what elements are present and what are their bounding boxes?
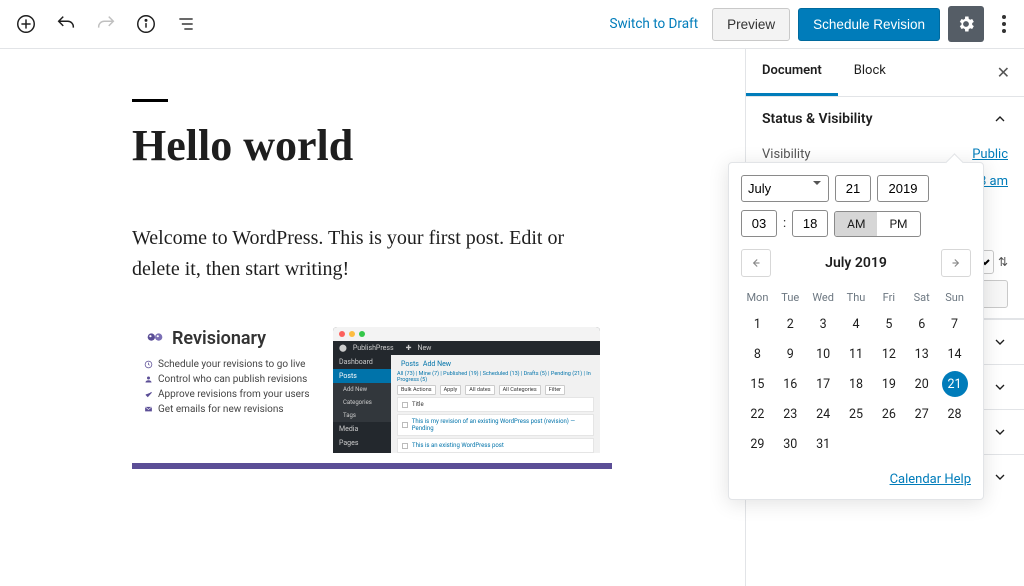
calendar-day[interactable]: 18 xyxy=(843,371,869,397)
calendar-day[interactable]: 11 xyxy=(843,341,869,367)
calendar-day[interactable]: 7 xyxy=(942,311,968,337)
calendar-day[interactable]: 16 xyxy=(777,371,803,397)
month-select[interactable]: July xyxy=(741,175,829,202)
datetime-popover: July : AM PM July 2019 MonTueWedThuFriSa… xyxy=(728,162,984,500)
hour-input[interactable] xyxy=(741,210,777,237)
calendar-day[interactable]: 30 xyxy=(777,431,803,457)
calendar-dow: Wed xyxy=(807,287,840,308)
close-sidebar-button[interactable]: ✕ xyxy=(989,49,1018,96)
prev-month-button[interactable] xyxy=(741,249,771,277)
chevron-down-icon xyxy=(992,469,1008,485)
calendar-dow: Mon xyxy=(741,287,774,308)
post-title[interactable]: Hello world xyxy=(132,120,613,171)
calendar-help-link[interactable]: Calendar Help xyxy=(890,472,971,487)
preview-button[interactable]: Preview xyxy=(712,8,790,41)
calendar-day[interactable]: 27 xyxy=(909,401,935,427)
calendar-day[interactable]: 19 xyxy=(876,371,902,397)
calendar-day[interactable]: 13 xyxy=(909,341,935,367)
calendar-day[interactable]: 23 xyxy=(777,401,803,427)
calendar-title: July 2019 xyxy=(825,255,887,271)
editor-canvas[interactable]: Hello world Welcome to WordPress. This i… xyxy=(0,49,745,586)
promo-banner: Revisionary Schedule your revisions to g… xyxy=(132,317,612,469)
calendar-day[interactable]: 20 xyxy=(909,371,935,397)
calendar-day[interactable]: 25 xyxy=(843,401,869,427)
calendar-day[interactable]: 9 xyxy=(777,341,803,367)
tab-document[interactable]: Document xyxy=(746,49,838,96)
calendar-dow: Tue xyxy=(774,287,807,308)
calendar-day[interactable]: 15 xyxy=(744,371,770,397)
calendar-day[interactable]: 12 xyxy=(876,341,902,367)
visibility-value-link[interactable]: Public xyxy=(972,147,1008,162)
title-separator xyxy=(132,99,168,102)
calendar-dow: Fri xyxy=(872,287,905,308)
calendar-day[interactable]: 17 xyxy=(810,371,836,397)
select-stepper-icon: ⇅ xyxy=(998,255,1008,269)
post-body[interactable]: Welcome to WordPress. This is your first… xyxy=(132,223,613,285)
calendar-day[interactable]: 5 xyxy=(876,311,902,337)
year-input[interactable] xyxy=(877,175,929,202)
calendar-day[interactable]: 29 xyxy=(744,431,770,457)
promo-screenshot: ⬤PublishPress✚New Dashboard Posts Add Ne… xyxy=(333,327,600,453)
chevron-up-icon xyxy=(992,111,1008,127)
more-menu-button[interactable] xyxy=(992,6,1016,42)
redo-button[interactable] xyxy=(88,6,124,42)
undo-button[interactable] xyxy=(48,6,84,42)
chevron-down-icon xyxy=(992,424,1008,440)
calendar-dow: Thu xyxy=(840,287,873,308)
settings-button[interactable] xyxy=(948,6,984,42)
chevron-down-icon xyxy=(992,379,1008,395)
calendar-day[interactable]: 8 xyxy=(744,341,770,367)
tab-block[interactable]: Block xyxy=(838,49,902,96)
calendar-day[interactable]: 6 xyxy=(909,311,935,337)
day-input[interactable] xyxy=(835,175,871,202)
info-icon[interactable] xyxy=(128,6,164,42)
calendar-day[interactable]: 14 xyxy=(942,341,968,367)
pm-button[interactable]: PM xyxy=(877,212,919,236)
promo-logo: Revisionary xyxy=(144,327,319,349)
next-month-button[interactable] xyxy=(941,249,971,277)
calendar-dow: Sat xyxy=(905,287,938,308)
calendar-day[interactable]: 21 xyxy=(942,371,968,397)
outline-icon[interactable] xyxy=(168,6,204,42)
calendar-day[interactable]: 4 xyxy=(843,311,869,337)
switch-to-draft-link[interactable]: Switch to Draft xyxy=(609,16,698,32)
calendar-day[interactable]: 31 xyxy=(810,431,836,457)
schedule-revision-button[interactable]: Schedule Revision xyxy=(798,8,940,41)
visibility-label: Visibility xyxy=(762,147,811,162)
calendar-grid: MonTueWedThuFriSatSun1234567891011121314… xyxy=(741,287,971,458)
calendar-day[interactable]: 28 xyxy=(942,401,968,427)
promo-feature-list: Schedule your revisions to go live Contr… xyxy=(144,357,319,417)
calendar-day[interactable]: 3 xyxy=(810,311,836,337)
minute-input[interactable] xyxy=(792,210,828,237)
status-visibility-heading[interactable]: Status & Visibility xyxy=(746,97,1024,141)
calendar-day[interactable]: 24 xyxy=(810,401,836,427)
time-colon: : xyxy=(783,216,786,231)
calendar-day[interactable]: 1 xyxy=(744,311,770,337)
calendar-day[interactable]: 22 xyxy=(744,401,770,427)
calendar-day[interactable]: 2 xyxy=(777,311,803,337)
am-button[interactable]: AM xyxy=(835,212,877,236)
chevron-down-icon xyxy=(992,334,1008,350)
calendar-day[interactable]: 26 xyxy=(876,401,902,427)
add-block-button[interactable] xyxy=(8,6,44,42)
calendar-dow: Sun xyxy=(938,287,971,308)
calendar-day[interactable]: 10 xyxy=(810,341,836,367)
